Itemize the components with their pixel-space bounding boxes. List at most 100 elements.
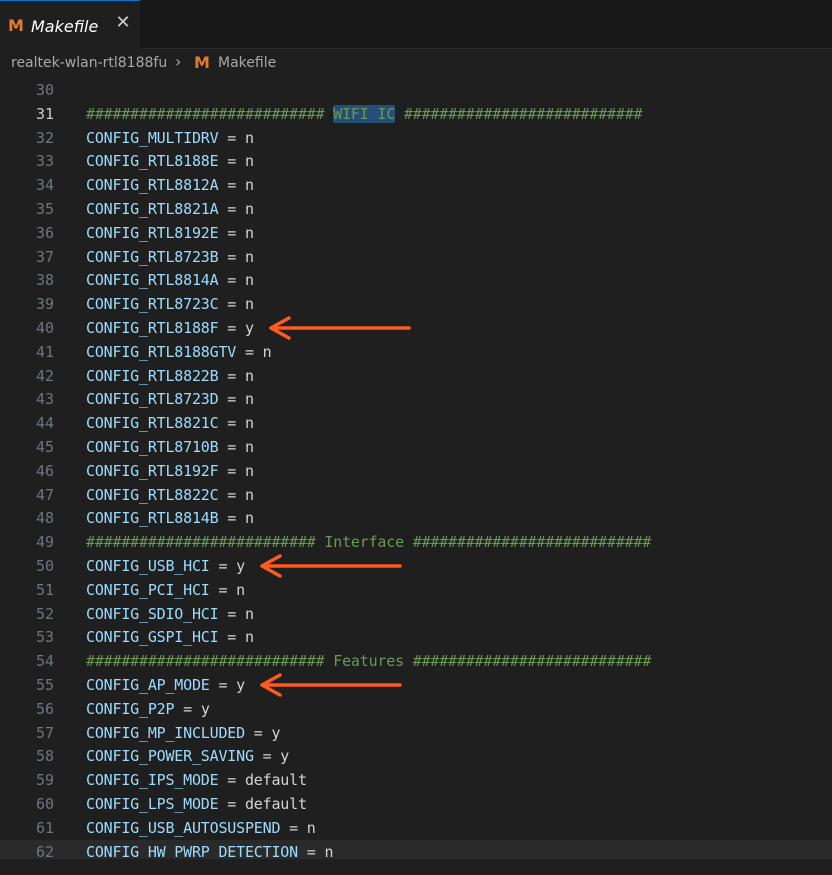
config-variable: CONFIG_RTL8710B [86, 438, 219, 456]
tab-makefile[interactable]: M Makefile ✕ [0, 0, 140, 49]
code-line[interactable]: 46 CONFIG_RTL8192F = n [0, 459, 832, 483]
code-text: CONFIG_RTL8812A = n [86, 176, 254, 194]
code-text: CONFIG_RTL8822B = n [86, 367, 254, 385]
code-line[interactable]: 33 CONFIG_RTL8188E = n [0, 149, 832, 173]
operator: = [218, 271, 245, 290]
config-value: y [244, 319, 254, 337]
code-line[interactable]: 31 ########################### WIFI IC ##… [0, 102, 832, 126]
line-number: 36 [35, 223, 54, 242]
code-line[interactable]: 55 CONFIG_AP_MODE = y [0, 673, 832, 697]
line-number: 53 [35, 628, 54, 647]
config-variable: CONFIG_RTL8188E [86, 152, 219, 171]
line-number: 61 [35, 818, 54, 837]
line-number: 37 [35, 247, 54, 266]
config-variable: CONFIG_AP_MODE [86, 676, 210, 694]
code-line[interactable]: 43 CONFIG_RTL8723D = n [0, 387, 832, 411]
code-line[interactable]: 34 CONFIG_RTL8812A = n [0, 173, 832, 197]
code-text: ########################## Interface ###… [86, 533, 651, 551]
code-text: CONFIG_USB_HCI = y [86, 557, 245, 575]
code-text: CONFIG_MP_INCLUDED = y [86, 723, 281, 742]
code-line[interactable]: 51 CONFIG_PCI_HCI = n [0, 578, 832, 602]
config-variable: CONFIG_HW_PWRP_DETECTION [86, 842, 298, 858]
code-line[interactable]: 35 CONFIG_RTL8821A = n [0, 197, 832, 221]
code-line[interactable]: 36 CONFIG_RTL8192E = n [0, 221, 832, 245]
comment-text: ########################### [86, 104, 334, 123]
search-highlight: WIFI IC [333, 104, 396, 123]
breadcrumb-folder[interactable]: realtek-wlan-rtl8188fu [11, 55, 167, 71]
code-line[interactable]: 37 CONFIG_RTL8723B = n [0, 245, 832, 269]
operator: = [218, 176, 245, 195]
code-line[interactable]: 30 [0, 78, 832, 102]
code-line[interactable]: 39 CONFIG_RTL8723C = n [0, 292, 832, 316]
config-variable: CONFIG_GSPI_HCI [86, 628, 219, 647]
line-number: 47 [35, 485, 54, 504]
code-line[interactable]: 40 CONFIG_RTL8188F = y [0, 316, 832, 340]
code-line[interactable]: 52 CONFIG_SDIO_HCI = n [0, 602, 832, 626]
code-line[interactable]: 50 CONFIG_USB_HCI = y [0, 554, 832, 578]
config-variable: CONFIG_RTL8192E [86, 223, 219, 242]
config-value: n [244, 152, 254, 171]
code-line[interactable]: 42 CONFIG_RTL8822B = n [0, 364, 832, 388]
code-text: CONFIG_POWER_SAVING = y [86, 747, 289, 765]
code-text: CONFIG_RTL8188GTV = n [86, 343, 272, 361]
line-number: 51 [35, 580, 54, 599]
config-value: y [271, 723, 281, 742]
config-value: n [244, 438, 254, 456]
code-line[interactable]: 38 CONFIG_RTL8814A = n [0, 268, 832, 292]
config-value: n [244, 247, 254, 266]
code-line[interactable]: 44 CONFIG_RTL8821C = n [0, 411, 832, 435]
code-line[interactable]: 60 CONFIG_LPS_MODE = default [0, 792, 832, 816]
config-variable: CONFIG_RTL8821C [86, 414, 219, 433]
code-line[interactable]: 47 CONFIG_RTL8822C = n [0, 483, 832, 507]
operator: = [218, 247, 245, 266]
code-line[interactable]: 56 CONFIG_P2P = y [0, 697, 832, 721]
code-editor[interactable]: 30 31 ########################### WIFI IC … [0, 78, 832, 858]
code-text: CONFIG_IPS_MODE = default [86, 771, 307, 789]
line-number: 39 [35, 295, 54, 314]
config-variable: CONFIG_RTL8814B [86, 509, 219, 528]
line-number: 58 [35, 747, 54, 766]
operator: = [218, 509, 245, 528]
line-number: 55 [35, 676, 54, 694]
line-number: 56 [35, 699, 54, 718]
code-line[interactable]: 58 CONFIG_POWER_SAVING = y [0, 744, 832, 768]
breadcrumb-file[interactable]: Makefile [218, 55, 276, 71]
operator: = [209, 676, 237, 694]
operator: = [218, 223, 245, 242]
code-line[interactable]: 61 CONFIG_USB_AUTOSUSPEND = n [0, 816, 832, 840]
code-line[interactable]: 45 CONFIG_RTL8710B = n [0, 435, 832, 459]
code-text: CONFIG_RTL8192F = n [86, 462, 254, 480]
line-number: 40 [35, 319, 54, 337]
code-line[interactable]: 62 CONFIG_HW_PWRP_DETECTION = n [0, 839, 832, 858]
close-icon[interactable]: ✕ [114, 14, 132, 32]
code-line[interactable]: 54 ########################### Features #… [0, 649, 832, 673]
code-line[interactable]: 57 CONFIG_MP_INCLUDED = y [0, 721, 832, 745]
config-variable: CONFIG_MULTIDRV [86, 128, 219, 147]
operator: = [218, 795, 245, 813]
code-line[interactable]: 53 CONFIG_GSPI_HCI = n [0, 625, 832, 649]
operator: = [280, 818, 307, 837]
line-number: 31 [35, 104, 54, 123]
code-line[interactable]: 32 CONFIG_MULTIDRV = n [0, 126, 832, 150]
operator: = [218, 295, 245, 314]
code-line[interactable]: 41 CONFIG_RTL8188GTV = n [0, 340, 832, 364]
operator: = [218, 414, 245, 433]
config-value: n [244, 461, 254, 480]
comment-text: ########################### [395, 104, 643, 123]
breadcrumb: realtek-wlan-rtl8188fu › M Makefile [0, 49, 832, 78]
code-line[interactable]: 48 CONFIG_RTL8814B = n [0, 506, 832, 530]
code-text: CONFIG_LPS_MODE = default [86, 795, 307, 813]
config-value: n [244, 200, 254, 218]
operator: = [218, 128, 245, 147]
code-text: CONFIG_P2P = y [86, 700, 210, 718]
code-text: CONFIG_RTL8814A = n [86, 271, 254, 289]
operator: = [253, 747, 281, 766]
code-line[interactable]: 59 CONFIG_IPS_MODE = default [0, 768, 832, 792]
code-text: ########################### Features ###… [86, 652, 651, 670]
operator: = [218, 438, 245, 456]
code-line[interactable]: 49 ########################## Interface #… [0, 530, 832, 554]
code-text: CONFIG_RTL8188E = n [86, 152, 254, 170]
config-variable: CONFIG_RTL8821A [86, 200, 219, 218]
config-value: n [244, 176, 254, 195]
makefile-icon: M [194, 53, 210, 72]
